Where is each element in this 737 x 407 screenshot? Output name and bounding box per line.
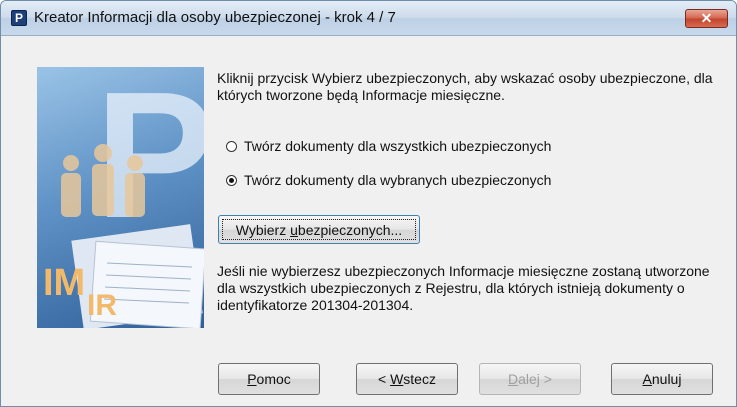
back-button[interactable]: < Wstecz <box>356 363 458 395</box>
focus-rect: Wybierz ubezpieczonych... <box>222 219 416 240</box>
option-selected-label: Twórz dokumenty dla wybranych ubezpieczo… <box>244 172 552 188</box>
window-title: Kreator Informacji dla osoby ubezpieczon… <box>34 9 396 26</box>
wizard-window: P Kreator Informacji dla osoby ubezpiecz… <box>0 0 737 407</box>
note-text: Jeśli nie wybierzesz ubezpieczonych Info… <box>217 263 710 313</box>
next-button: Dalej > <box>479 363 581 395</box>
help-button[interactable]: Pomoc <box>218 363 320 395</box>
option-all-label: Twórz dokumenty dla wszystkich ubezpiecz… <box>244 138 552 154</box>
app-icon: P <box>11 10 27 26</box>
wizard-illustration: P IM IR <box>37 67 204 328</box>
im-badge: IM <box>43 262 85 304</box>
ir-badge: IR <box>87 289 117 322</box>
radio-selected[interactable] <box>226 174 237 186</box>
select-insured-button[interactable]: Wybierz ubezpieczonych... <box>218 215 420 244</box>
wizard-content: P IM IR Kliknij przycisk Wybierz ubezpie… <box>9 36 728 402</box>
option-all-insured[interactable]: Twórz dokumenty dla wszystkich ubezpiecz… <box>226 137 551 155</box>
title-bar[interactable]: P Kreator Informacji dla osoby ubezpiecz… <box>1 1 736 36</box>
intro-text: Kliknij przycisk Wybierz ubezpieczonych,… <box>217 70 713 103</box>
radio-all[interactable] <box>226 140 237 152</box>
illustration-graphic: P IM IR <box>43 67 204 328</box>
option-selected-insured[interactable]: Twórz dokumenty dla wybranych ubezpieczo… <box>226 171 551 189</box>
close-button[interactable]: ✕ <box>685 9 728 28</box>
close-icon: ✕ <box>700 10 713 26</box>
cancel-button[interactable]: Anuluj <box>611 363 713 395</box>
